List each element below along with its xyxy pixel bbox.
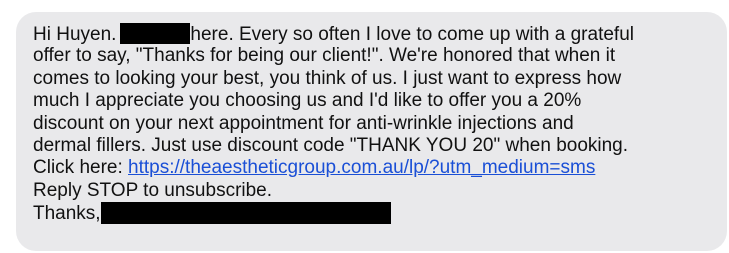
redacted-signature (100, 202, 391, 225)
redacted-sender-name (120, 23, 191, 44)
message-line-1: Hi Huyen. here. Every so often I love to … (33, 23, 717, 45)
message-line-7: Click here: https://theaestheticgroup.co… (33, 157, 717, 179)
promo-link[interactable]: https://theaestheticgroup.com.au/lp/?utm… (128, 157, 595, 178)
message-line-3: comes to looking your best, you think of… (33, 67, 622, 89)
message-line-6: dermal fillers. Just use discount code "… (33, 134, 629, 156)
message-line-4: much I appreciate you choosing us and I'… (33, 90, 582, 112)
message-line-5: discount on your next appointment for an… (33, 112, 574, 134)
signoff-text: Thanks, (33, 203, 101, 225)
sms-message-bubble: Hi Huyen. here. Every so often I love to … (16, 12, 727, 251)
click-here-label: Click here: (33, 157, 123, 179)
unsubscribe-line: Reply STOP to unsubscribe. (33, 179, 273, 201)
signoff-line: Thanks, (33, 202, 717, 225)
message-line-2: offer to say, "Thanks for being our clie… (33, 45, 616, 67)
line-1-text: here. Every so often I love to come up w… (190, 24, 634, 45)
greeting-text: Hi Huyen. (33, 24, 117, 45)
